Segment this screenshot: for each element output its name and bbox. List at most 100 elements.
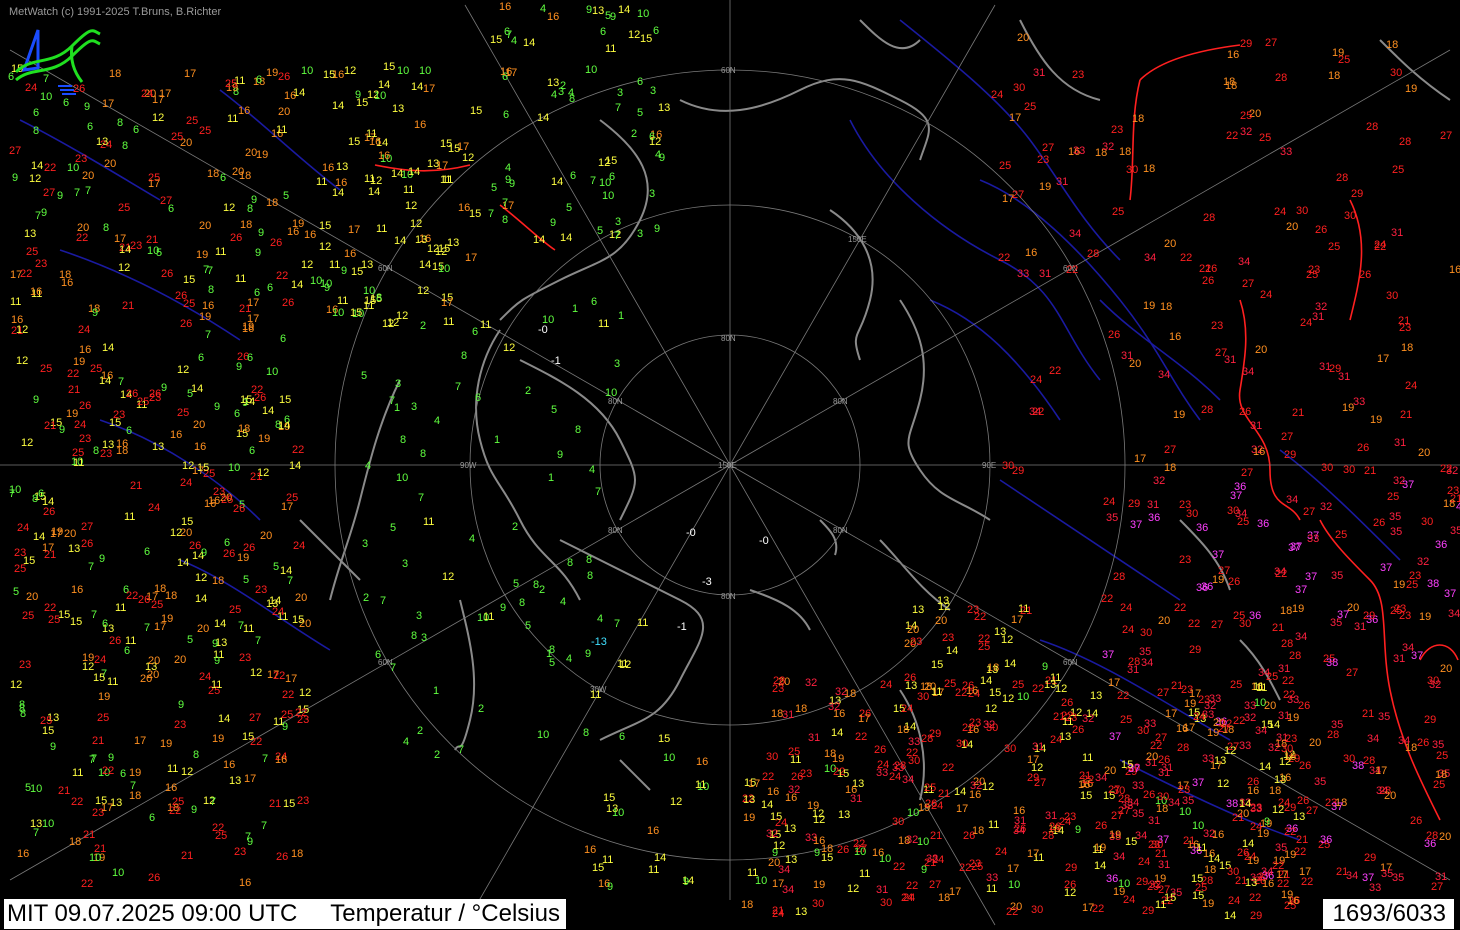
temperature-map[interactable]: 60N 80N 80N 80N 80N 80N 80N 60N 60N 60N … (0, 0, 1460, 930)
station-value: 16 (1227, 49, 1239, 61)
station-value: 24 (901, 892, 913, 904)
station-value: 8 (586, 554, 592, 566)
station-value: 11 (227, 113, 238, 125)
station-value: 20 (140, 673, 152, 685)
station-value: 21 (44, 420, 56, 432)
station-value: 23 (800, 768, 812, 780)
station-value: 19 (1370, 414, 1382, 426)
station-value: 3 (650, 85, 656, 97)
station-value: 11 (403, 184, 414, 196)
station-value: 18 (1284, 751, 1296, 763)
station-value: 24 (1300, 317, 1312, 329)
station-value: 27 (1440, 130, 1452, 142)
station-value: 11 (364, 173, 375, 185)
station-value: 11 (598, 318, 609, 330)
station-value: 20 (174, 654, 186, 666)
grid-label-lat80n-bottom: 80N (721, 592, 736, 601)
station-value: 23 (1179, 554, 1191, 566)
station-value: 11 (235, 273, 246, 285)
station-value: 28 (1366, 121, 1378, 133)
station-value: 12 (29, 173, 41, 185)
station-value: 25 (225, 78, 237, 90)
station-value: 26 (1299, 760, 1311, 772)
station-value: 4 (469, 533, 475, 545)
grid-label-lat60n-left: 60N (378, 264, 393, 273)
station-value: 12 (462, 152, 474, 164)
station-value: 19 (66, 408, 78, 420)
station-value: 6 (124, 645, 130, 657)
station-value: 18 (129, 790, 141, 802)
station-value: 14 (1004, 658, 1016, 670)
station-value: 15 (383, 61, 395, 73)
station-value: 12 (670, 796, 682, 808)
station-value: 21 (1336, 866, 1348, 878)
station-value: 14 (42, 496, 54, 508)
station-value: 25 (40, 715, 52, 727)
station-value: 22 (276, 270, 288, 282)
station-value: 24 (1120, 602, 1132, 614)
station-value: 11 (124, 511, 135, 523)
station-value: 16 (696, 756, 708, 768)
station-value: 19 (292, 218, 304, 230)
station-value: 16 (335, 177, 347, 189)
station-value: 16 (1176, 723, 1188, 735)
station-value: 14 (177, 557, 189, 569)
station-value: 25 (215, 830, 227, 842)
station-value: 33 (1073, 145, 1085, 157)
station-value: 15 (640, 33, 652, 45)
station-value: 31 (1250, 420, 1262, 432)
station-value: 15 (283, 798, 295, 810)
station-value: 12 (170, 527, 182, 539)
station-value: 9 (585, 648, 591, 660)
station-value: 18 (109, 68, 121, 80)
station-value: 12 (938, 601, 950, 613)
station-value: 9 (236, 361, 242, 373)
station-value: 20 (1146, 751, 1158, 763)
station-value: 11 (988, 819, 999, 831)
station-value: 11 (115, 602, 126, 614)
station-value: 9 (251, 194, 257, 206)
station-value: 27 (1155, 732, 1167, 744)
station-value: -0 (686, 527, 696, 539)
station-value: 26 (837, 844, 849, 856)
station-value: 30 (1157, 791, 1169, 803)
station-value: 25 (14, 563, 26, 575)
station-value: 12 (442, 571, 454, 583)
station-value: 17 (441, 297, 453, 309)
station-value: 14 (102, 342, 114, 354)
station-value: 18 (795, 703, 807, 715)
station-value: 32 (766, 828, 778, 840)
station-value: 12 (598, 157, 610, 169)
station-value: 23 (1178, 784, 1190, 796)
station-value: 17 (423, 83, 435, 95)
station-value: 11 (167, 763, 178, 775)
station-value: 1 (618, 310, 624, 322)
station-value: 24 (880, 679, 892, 691)
station-value: 6 (267, 282, 273, 294)
station-value: 22 (44, 602, 56, 614)
station-value: 18 (1225, 80, 1237, 92)
station-value: 10 (602, 190, 614, 202)
station-value: 22 (295, 707, 307, 719)
station-value: 18 (1160, 301, 1172, 313)
station-value: 35 (1392, 872, 1404, 884)
station-value: 22 (282, 689, 294, 701)
station-value: 26 (1095, 820, 1107, 832)
station-value: 26 (148, 872, 160, 884)
station-value: 6 (133, 124, 139, 136)
station-value: 21 (1364, 465, 1376, 477)
station-value: 32 (1268, 742, 1280, 754)
station-value: 37 (1212, 549, 1224, 561)
station-value: 11 (10, 296, 21, 308)
station-value: 17 (1299, 866, 1311, 878)
station-value: 12 (181, 766, 193, 778)
station-value: 30 (1421, 516, 1433, 528)
station-value: 9 (500, 602, 506, 614)
station-value: 36 (1196, 522, 1208, 534)
station-value: 11 (277, 611, 288, 623)
station-value: 32 (828, 701, 840, 713)
station-value: 8 (420, 448, 426, 460)
station-value: 24 (199, 671, 211, 683)
station-value: 25 (1112, 206, 1124, 218)
station-value: 7 (238, 620, 244, 632)
